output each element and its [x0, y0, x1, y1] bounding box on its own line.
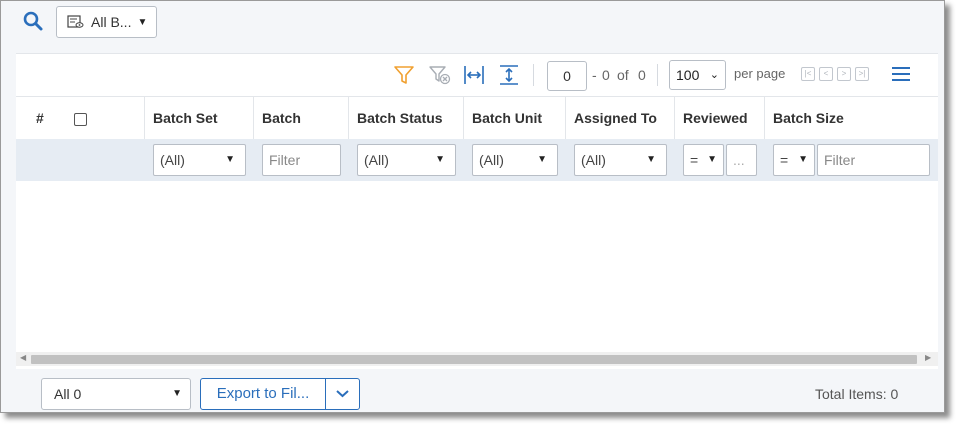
batch-set-filter[interactable]: (All) ▼ — [153, 144, 246, 176]
first-page-button[interactable]: |< — [801, 67, 815, 81]
mass-operations-select[interactable]: All 0 ▼ — [41, 378, 191, 410]
filter-button[interactable] — [393, 64, 415, 89]
per-page-label: per page — [734, 66, 786, 81]
page-of: of — [617, 67, 629, 83]
batch-set-filter-value: (All) — [160, 152, 185, 168]
search-button[interactable] — [22, 10, 46, 34]
batch-unit-filter[interactable]: (All) ▼ — [472, 144, 558, 176]
chevron-down-icon: ▼ — [172, 388, 182, 399]
menu-button[interactable] — [892, 67, 910, 83]
batch-size-operator-select[interactable]: = ▼ — [773, 144, 815, 176]
chevron-down-icon: ▼ — [137, 16, 148, 28]
toolbar-divider — [533, 64, 534, 86]
chevron-down-icon — [336, 390, 349, 398]
menu-icon — [892, 67, 910, 81]
reviewed-operator-select[interactable]: = ▼ — [683, 144, 724, 176]
scrollbar-thumb[interactable] — [31, 355, 917, 364]
page-from: 0 — [602, 67, 610, 83]
filter-row: (All) ▼ Filter (All) ▼ (All) ▼ (All) ▼ = ▼ ..… — [16, 139, 938, 181]
assigned-to-filter-value: (All) — [581, 152, 606, 168]
batch-filter-input[interactable]: Filter — [262, 144, 341, 176]
fit-width-button[interactable] — [463, 64, 485, 89]
batch-status-filter[interactable]: (All) ▼ — [357, 144, 456, 176]
page-dash: - — [592, 67, 597, 83]
batches-window: All B... ▼ 0 - 0 of 0 100 ⌄ per page |< … — [0, 0, 945, 413]
assigned-to-filter[interactable]: (All) ▼ — [574, 144, 667, 176]
column-header-batch[interactable]: Batch — [253, 97, 348, 140]
page-number-input[interactable]: 0 — [547, 61, 587, 91]
batch-size-operator-value: = — [780, 152, 789, 168]
chevron-down-icon: ▼ — [707, 154, 717, 165]
mass-operations-value: All 0 — [54, 386, 82, 402]
column-header-number[interactable]: # — [28, 97, 68, 140]
column-header-assigned-to[interactable]: Assigned To — [565, 97, 674, 140]
next-page-icon: > — [841, 69, 847, 78]
horizontal-scrollbar[interactable]: ◀ ▶ — [16, 352, 938, 366]
prev-page-icon: < — [823, 69, 829, 78]
reviewed-operator-value: = — [690, 152, 699, 168]
fit-height-icon — [500, 65, 518, 85]
column-header-reviewed[interactable]: Reviewed — [674, 97, 764, 140]
scroll-right-icon[interactable]: ▶ — [925, 353, 931, 362]
page-total: 0 — [638, 67, 646, 83]
export-button[interactable]: Export to Fil... — [200, 378, 326, 410]
per-page-value: 100 — [676, 67, 700, 83]
view-dropdown-label: All B... — [91, 14, 132, 30]
reviewed-value-input[interactable]: ... — [726, 144, 757, 176]
fit-width-icon — [464, 66, 484, 84]
chevron-down-icon: ⌄ — [709, 69, 719, 81]
chevron-down-icon: ▼ — [537, 154, 547, 165]
batch-size-filter-input[interactable]: Filter — [817, 144, 930, 176]
view-icon — [67, 15, 84, 28]
scroll-left-icon[interactable]: ◀ — [20, 353, 26, 362]
column-header-batch-set[interactable]: Batch Set — [144, 97, 253, 140]
last-page-icon: >| — [858, 69, 866, 78]
filter-icon — [394, 66, 414, 84]
chevron-down-icon: ▼ — [225, 154, 235, 165]
select-all-checkbox[interactable] — [74, 113, 87, 126]
chevron-down-icon: ▼ — [798, 154, 808, 165]
clear-filter-icon — [429, 66, 451, 85]
last-page-button[interactable]: >| — [855, 67, 869, 81]
total-items: Total Items: 0 — [815, 386, 899, 402]
column-header-batch-unit[interactable]: Batch Unit — [463, 97, 565, 140]
chevron-down-icon: ▼ — [646, 154, 656, 165]
column-header-batch-size[interactable]: Batch Size — [764, 97, 938, 140]
view-dropdown[interactable]: All B... ▼ — [56, 6, 157, 38]
clear-filters-button[interactable] — [428, 64, 452, 89]
batch-status-filter-value: (All) — [364, 152, 389, 168]
first-page-icon: |< — [804, 69, 812, 78]
chevron-down-icon: ▼ — [435, 154, 445, 165]
batch-unit-filter-value: (All) — [479, 152, 504, 168]
next-page-button[interactable]: > — [837, 67, 851, 81]
column-header-row: # Batch Set Batch Batch Status Batch Uni… — [16, 96, 938, 140]
export-options-button[interactable] — [325, 378, 360, 410]
column-header-batch-status[interactable]: Batch Status — [348, 97, 463, 140]
toolbar-divider — [657, 64, 658, 86]
fit-height-button[interactable] — [498, 64, 520, 89]
grid-panel: 0 - 0 of 0 100 ⌄ per page |< < > >| # Ba… — [16, 53, 938, 369]
search-icon — [23, 11, 43, 31]
prev-page-button[interactable]: < — [819, 67, 833, 81]
per-page-select[interactable]: 100 ⌄ — [669, 60, 726, 90]
